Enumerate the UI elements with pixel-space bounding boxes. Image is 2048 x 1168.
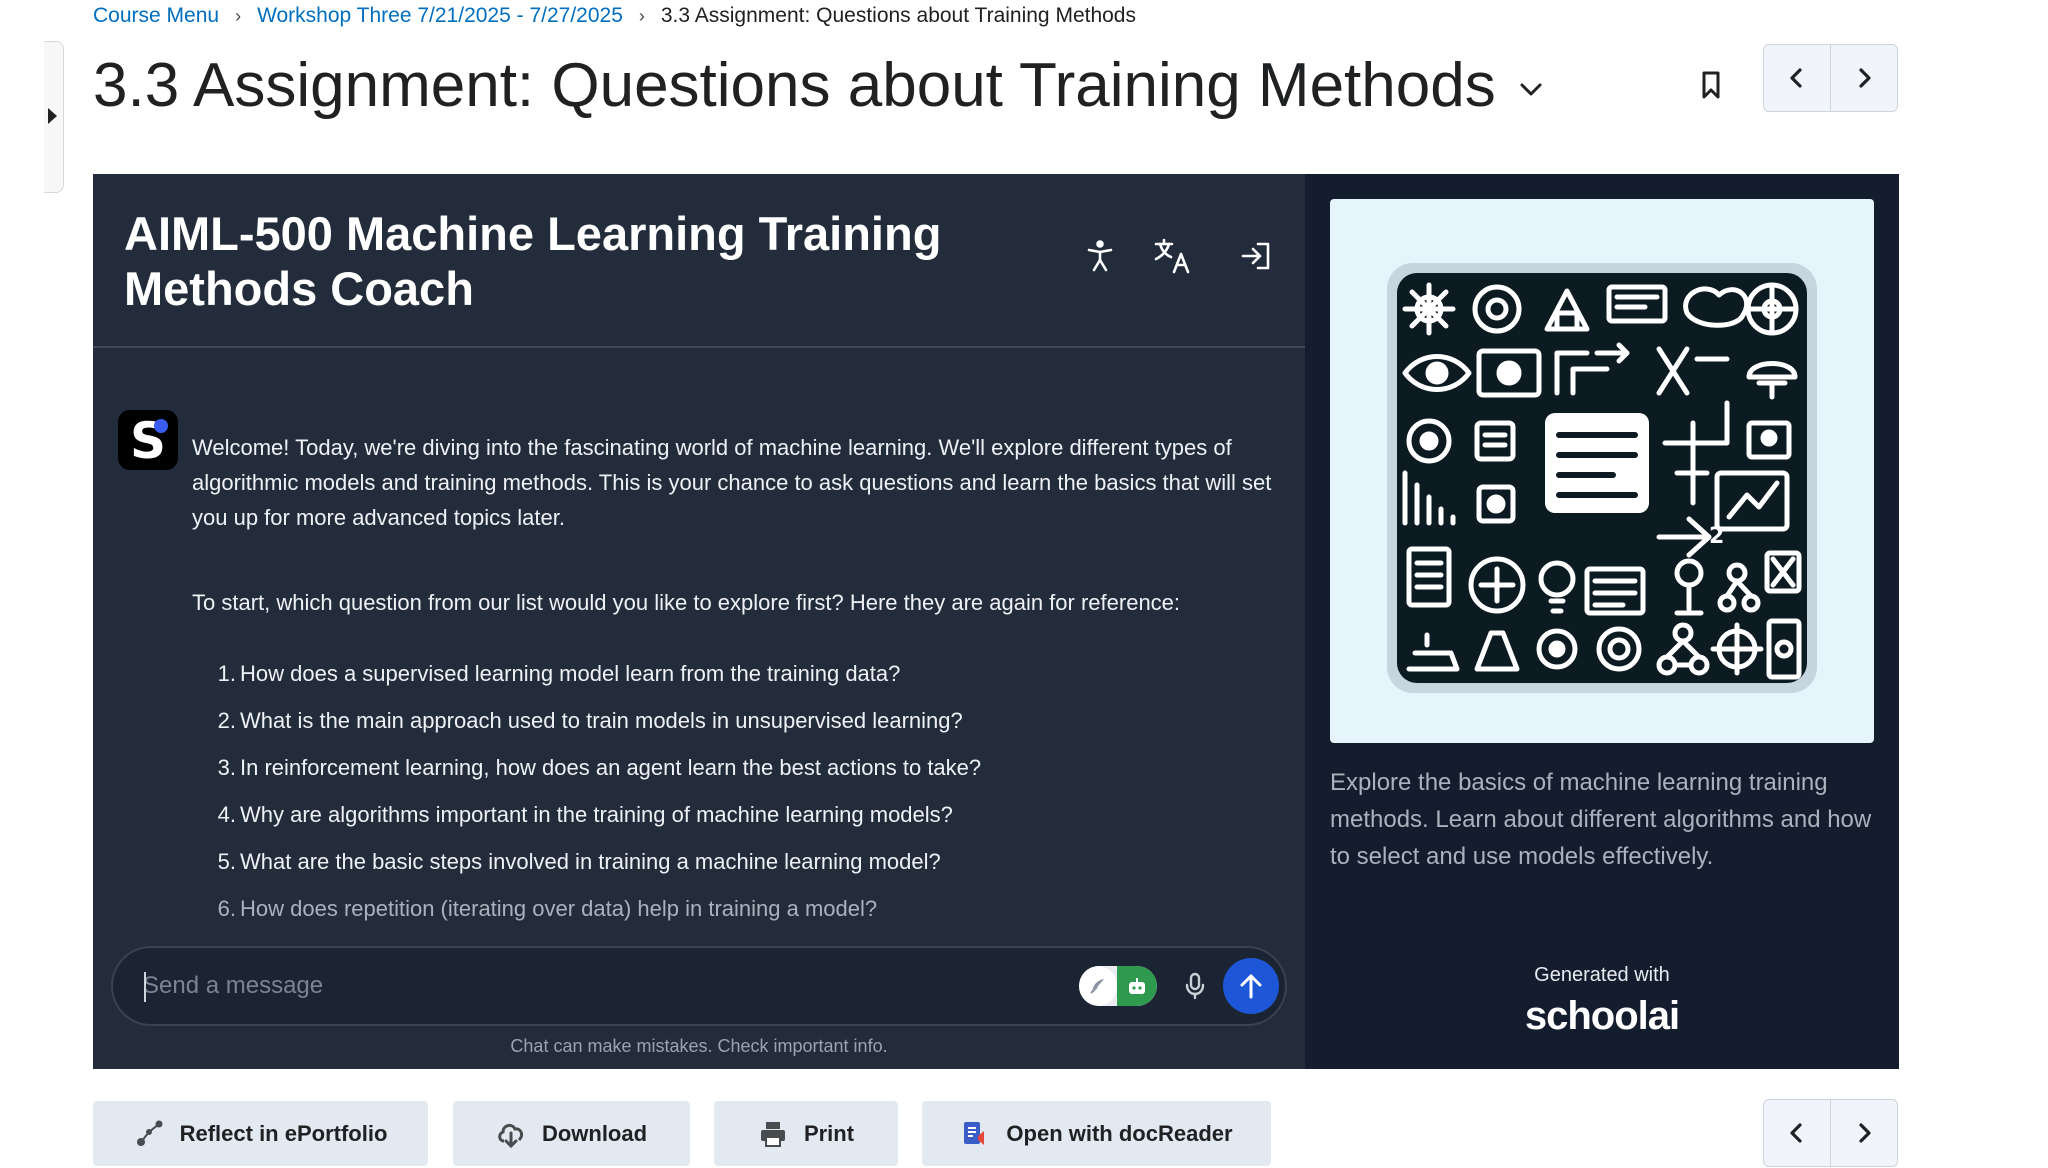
chevron-right-icon [1859, 1123, 1871, 1143]
page-title: 3.3 Assignment: Questions about Training… [93, 51, 1496, 120]
info-pane: 2 Explore the basics of machine learning… [1305, 174, 1899, 1069]
chat-title: AIML-500 Machine Learning Training Metho… [124, 207, 942, 315]
exit-icon[interactable] [1234, 234, 1278, 278]
question-list: 1. How does a supervised learning model l… [192, 656, 1282, 938]
cloud-download-icon [498, 1123, 523, 1148]
printer-icon [760, 1121, 785, 1147]
list-item: 4. Why are algorithms important in the tr… [217, 802, 953, 827]
reflect-label: Reflect in ePortfolio [179, 1120, 388, 1146]
breadcrumb-link-workshop[interactable]: Workshop Three 7/21/2025 - 7/27/2025 [257, 4, 623, 28]
list-item: 1. How does a supervised learning model l… [217, 661, 901, 686]
sidebar-toggle[interactable] [44, 41, 64, 193]
bookmark-icon[interactable] [1693, 62, 1729, 108]
chevron-down-icon[interactable] [1516, 74, 1546, 104]
message-intro: Welcome! Today, we're diving into the fa… [192, 435, 1272, 530]
schoolai-embed: AIML-500 Machine Learning Training Metho… [93, 174, 1899, 1069]
list-item: 6. How does repetition (iterating over da… [217, 896, 878, 921]
caret-right-icon [48, 108, 57, 124]
send-button[interactable] [1223, 958, 1279, 1014]
title-row: 3.3 Assignment: Questions about Training… [93, 46, 1899, 126]
list-item: 3. In reinforcement learning, how does an… [217, 755, 982, 780]
download-button[interactable]: Download [453, 1101, 690, 1166]
print-label: Print [803, 1120, 855, 1146]
docreader-label: Open with docReader [1006, 1120, 1233, 1146]
topic-navigation [1763, 44, 1898, 112]
reflect-eportfolio-button[interactable]: Reflect in ePortfolio [93, 1101, 428, 1166]
generated-with-label: Generated with [1534, 964, 1670, 986]
robot-icon [1117, 966, 1157, 1006]
chevron-right-icon: › [638, 5, 645, 26]
next-topic-button[interactable] [1830, 45, 1897, 111]
translate-icon[interactable] [1151, 234, 1195, 278]
microphone-icon[interactable] [1175, 964, 1215, 1008]
chat-disclaimer: Chat can make mistakes. Check important … [510, 1036, 888, 1056]
assistant-message: Welcome! Today, we're diving into the fa… [192, 430, 1282, 938]
list-item: 2. What is the main approach used to trai… [217, 708, 963, 733]
ml-icons-illustration: 2 [1387, 263, 1817, 693]
chat-pane: AIML-500 Machine Learning Training Metho… [93, 174, 1305, 1069]
print-button[interactable]: Print [714, 1101, 898, 1166]
chevron-right-icon [1859, 68, 1871, 88]
mode-toggle[interactable] [1079, 966, 1157, 1006]
download-label: Download [541, 1120, 648, 1146]
breadcrumb-current: 3.3 Assignment: Questions about Training… [660, 4, 1136, 27]
arrow-up-icon [1240, 974, 1262, 999]
list-item: 5. What are the basic steps involved in t… [217, 849, 941, 874]
chevron-left-icon [1790, 68, 1802, 88]
coach-description: Explore the basics of machine learning t… [1330, 769, 1872, 870]
next-topic-button[interactable] [1830, 1100, 1897, 1166]
open-docreader-button[interactable]: Open with docReader [922, 1101, 1271, 1166]
chat-header: AIML-500 Machine Learning Training Metho… [93, 174, 1305, 348]
svg-text:2: 2 [1709, 524, 1724, 549]
previous-topic-button[interactable] [1764, 45, 1830, 111]
feather-icon [1079, 966, 1117, 1006]
message-composer [111, 946, 1287, 1026]
previous-topic-button[interactable] [1764, 1100, 1830, 1166]
schoolai-logo[interactable]: schoolai [1305, 994, 1899, 1039]
message-input[interactable] [143, 966, 1023, 1006]
chevron-right-icon: › [235, 5, 242, 26]
breadcrumb-link-course-menu[interactable]: Course Menu [93, 4, 219, 28]
accessibility-icon[interactable] [1078, 234, 1122, 278]
text-cursor [144, 972, 146, 1002]
assistant-avatar: S [118, 410, 178, 470]
coach-image: 2 [1330, 199, 1874, 743]
breadcrumb: Course Menu › Workshop Three 7/21/2025 -… [93, 4, 1136, 28]
eportfolio-icon [136, 1120, 163, 1146]
topic-navigation-bottom [1763, 1099, 1898, 1167]
docreader-icon [964, 1121, 985, 1145]
chevron-left-icon [1790, 1123, 1802, 1143]
message-prompt: To start, which question from our list w… [192, 590, 1181, 615]
